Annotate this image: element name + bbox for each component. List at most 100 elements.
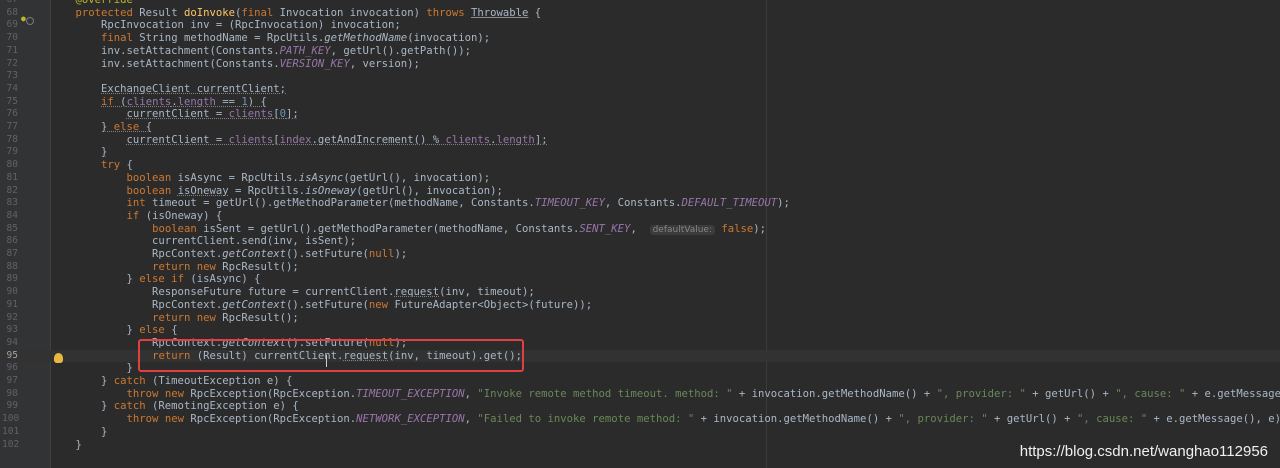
line-text[interactable]: } else { (50, 121, 152, 134)
line-number[interactable]: 78 (2, 134, 18, 147)
line-number[interactable]: 89 (2, 273, 18, 286)
line-text[interactable]: RpcInvocation inv = (RpcInvocation) invo… (50, 19, 401, 32)
line-text[interactable]: if (clients.length == 1) { (50, 96, 267, 109)
code-line-73[interactable]: 73 (0, 70, 1280, 83)
line-number[interactable]: 67 (2, 0, 18, 7)
line-number[interactable]: 85 (2, 223, 18, 236)
code-line-98[interactable]: 98 throw new RpcException(RpcException.T… (0, 388, 1280, 401)
line-number[interactable]: 69 (2, 19, 18, 32)
line-number[interactable]: 86 (2, 235, 18, 248)
line-text[interactable]: inv.setAttachment(Constants.PATH_KEY, ge… (50, 45, 471, 58)
line-number[interactable]: 68 (2, 7, 18, 20)
line-number[interactable]: 98 (2, 388, 18, 401)
code-line-68[interactable]: 68 protected Result doInvoke(final Invoc… (0, 7, 1280, 20)
code-line-92[interactable]: 92 return new RpcResult(); (0, 312, 1280, 325)
line-text[interactable]: protected Result doInvoke(final Invocati… (50, 7, 542, 20)
code-line-67[interactable]: 67 @Override (0, 0, 1280, 7)
code-line-80[interactable]: 80 try { (0, 159, 1280, 172)
line-number[interactable]: 82 (2, 185, 18, 198)
line-text[interactable]: currentClient = clients[index.getAndIncr… (50, 134, 548, 147)
line-text[interactable]: throw new RpcException(RpcException.NETW… (50, 413, 1280, 426)
line-text[interactable]: ResponseFuture future = currentClient.re… (50, 286, 535, 299)
line-number[interactable]: 100 (2, 413, 19, 426)
line-number[interactable]: 80 (2, 159, 18, 172)
line-text[interactable]: } else { (50, 324, 178, 337)
line-text[interactable]: currentClient = clients[0]; (50, 108, 299, 121)
line-text[interactable]: return new RpcResult(); (50, 261, 299, 274)
line-text[interactable]: RpcContext.getContext().setFuture(null); (50, 248, 407, 261)
line-text[interactable]: boolean isOneway = RpcUtils.isOneway(get… (50, 185, 503, 198)
line-number[interactable]: 72 (2, 58, 18, 71)
line-text[interactable]: } catch (RemotingException e) { (50, 400, 299, 413)
line-text[interactable]: ExchangeClient currentClient; (50, 83, 286, 96)
line-number[interactable]: 101 (2, 426, 19, 439)
line-number[interactable]: 97 (2, 375, 18, 388)
line-text[interactable]: final String methodName = RpcUtils.getMe… (50, 32, 490, 45)
line-number[interactable]: 93 (2, 324, 18, 337)
line-number[interactable]: 83 (2, 197, 18, 210)
line-number[interactable]: 73 (2, 70, 18, 83)
line-number[interactable]: 84 (2, 210, 18, 223)
line-text[interactable]: } catch (TimeoutException e) { (50, 375, 292, 388)
code-line-99[interactable]: 99 } catch (RemotingException e) { (0, 400, 1280, 413)
line-number[interactable]: 88 (2, 261, 18, 274)
code-line-79[interactable]: 79 } (0, 146, 1280, 159)
line-text[interactable]: } (50, 426, 107, 439)
line-text[interactable]: inv.setAttachment(Constants.VERSION_KEY,… (50, 58, 420, 71)
line-number[interactable]: 91 (2, 299, 18, 312)
intention-bulb-icon[interactable] (54, 353, 63, 363)
code-line-74[interactable]: 74 ExchangeClient currentClient; (0, 83, 1280, 96)
line-number[interactable]: 95 (2, 350, 18, 363)
line-text[interactable]: boolean isAsync = RpcUtils.isAsync(getUr… (50, 172, 491, 185)
line-number[interactable]: 99 (2, 400, 18, 413)
code-line-88[interactable]: 88 return new RpcResult(); (0, 261, 1280, 274)
code-line-77[interactable]: 77 } else { (0, 121, 1280, 134)
line-text[interactable]: if (isOneway) { (50, 210, 223, 223)
code-editor[interactable]: 67 @Override68 protected Result doInvoke… (0, 0, 1280, 468)
line-text[interactable]: RpcContext.getContext().setFuture(new Fu… (50, 299, 592, 312)
line-number[interactable]: 70 (2, 32, 18, 45)
code-line-86[interactable]: 86 currentClient.send(inv, isSent); (0, 235, 1280, 248)
code-line-71[interactable]: 71 inv.setAttachment(Constants.PATH_KEY,… (0, 45, 1280, 58)
code-line-89[interactable]: 89 } else if (isAsync) { (0, 273, 1280, 286)
line-text[interactable]: try { (50, 159, 133, 172)
code-line-84[interactable]: 84 if (isOneway) { (0, 210, 1280, 223)
code-line-100[interactable]: 100 throw new RpcException(RpcException.… (0, 413, 1280, 426)
line-number[interactable]: 79 (2, 146, 18, 159)
code-line-83[interactable]: 83 int timeout = getUrl().getMethodParam… (0, 197, 1280, 210)
line-number[interactable]: 71 (2, 45, 18, 58)
line-text[interactable]: return new RpcResult(); (50, 312, 299, 325)
line-text[interactable]: } else if (isAsync) { (50, 273, 261, 286)
line-number[interactable]: 77 (2, 121, 18, 134)
code-line-90[interactable]: 90 ResponseFuture future = currentClient… (0, 286, 1280, 299)
line-number[interactable]: 76 (2, 108, 18, 121)
code-line-81[interactable]: 81 boolean isAsync = RpcUtils.isAsync(ge… (0, 172, 1280, 185)
line-text[interactable]: currentClient.send(inv, isSent); (50, 235, 356, 248)
code-line-93[interactable]: 93 } else { (0, 324, 1280, 337)
code-line-76[interactable]: 76 currentClient = clients[0]; (0, 108, 1280, 121)
code-line-101[interactable]: 101 } (0, 426, 1280, 439)
line-text[interactable]: @Override (50, 0, 133, 7)
line-text[interactable]: } (50, 362, 133, 375)
line-number[interactable]: 90 (2, 286, 18, 299)
line-number[interactable]: 81 (2, 172, 18, 185)
code-line-82[interactable]: 82 boolean isOneway = RpcUtils.isOneway(… (0, 185, 1280, 198)
code-line-70[interactable]: 70 final String methodName = RpcUtils.ge… (0, 32, 1280, 45)
line-text[interactable]: int timeout = getUrl().getMethodParamete… (50, 197, 790, 210)
line-number[interactable]: 102 (2, 439, 19, 452)
line-number[interactable]: 96 (2, 362, 18, 375)
code-line-85[interactable]: 85 boolean isSent = getUrl().getMethodPa… (0, 223, 1280, 236)
line-text[interactable]: throw new RpcException(RpcException.TIME… (50, 388, 1280, 401)
code-line-78[interactable]: 78 currentClient = clients[index.getAndI… (0, 134, 1280, 147)
line-number[interactable]: 75 (2, 96, 18, 109)
line-text[interactable]: } (50, 146, 107, 159)
code-line-69[interactable]: 69 RpcInvocation inv = (RpcInvocation) i… (0, 19, 1280, 32)
code-line-97[interactable]: 97 } catch (TimeoutException e) { (0, 375, 1280, 388)
line-number[interactable]: 92 (2, 312, 18, 325)
line-number[interactable]: 94 (2, 337, 18, 350)
fold-toggle-icon[interactable] (26, 17, 34, 25)
line-text[interactable]: boolean isSent = getUrl().getMethodParam… (50, 223, 766, 237)
line-number[interactable]: 87 (2, 248, 18, 261)
code-line-75[interactable]: 75 if (clients.length == 1) { (0, 96, 1280, 109)
code-line-87[interactable]: 87 RpcContext.getContext().setFuture(nul… (0, 248, 1280, 261)
